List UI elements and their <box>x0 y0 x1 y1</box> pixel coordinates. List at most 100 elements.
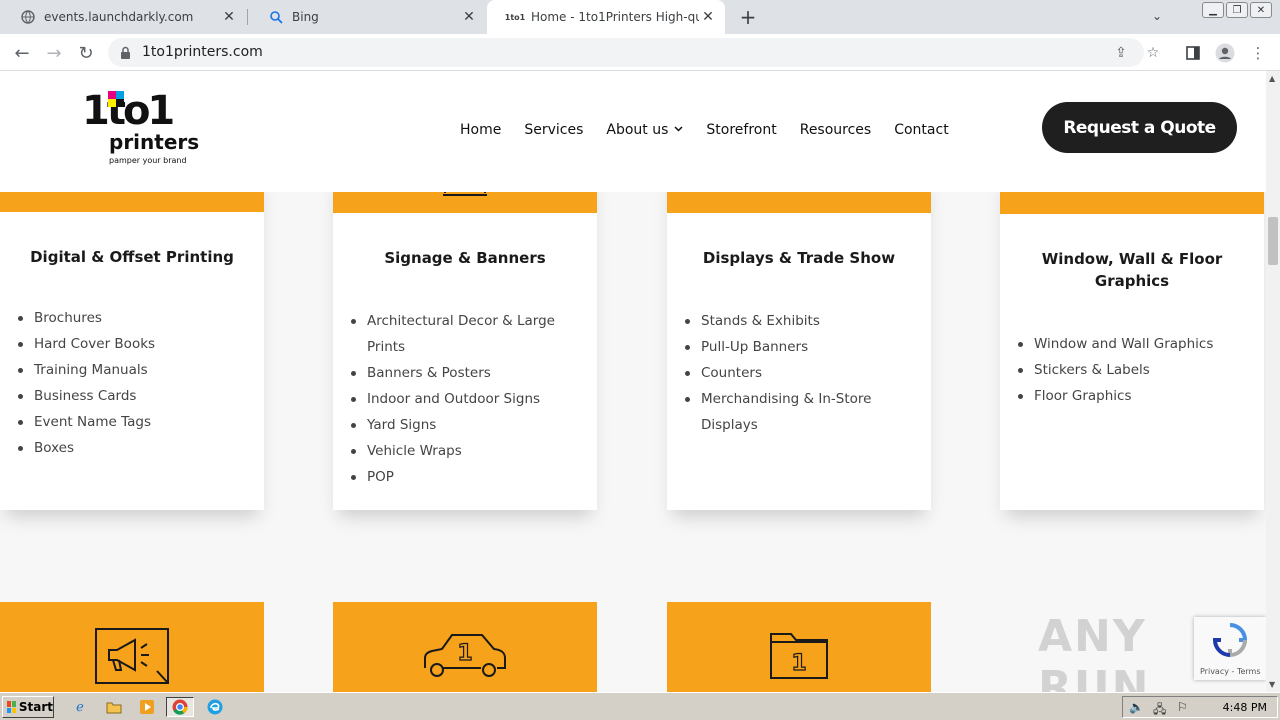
service-card-signage-banners: Signage & Banners Architectural Decor & … <box>333 171 597 510</box>
close-icon[interactable]: ✕ <box>220 8 238 26</box>
restore-icon[interactable]: ❐ <box>1226 2 1248 18</box>
list-item: Counters <box>685 360 911 386</box>
globe-icon <box>20 9 36 25</box>
reload-icon[interactable]: ↻ <box>74 41 98 65</box>
side-panel-icon[interactable] <box>1182 42 1204 64</box>
internet-explorer-icon[interactable]: ℯ <box>70 697 90 717</box>
list-item: Vehicle Wraps <box>351 438 577 464</box>
svg-text:1: 1 <box>457 641 472 666</box>
chrome-taskbar-icon[interactable] <box>166 697 194 717</box>
list-item: Window and Wall Graphics <box>1018 331 1244 357</box>
list-item: Indoor and Outdoor Signs <box>351 386 577 412</box>
nav-home[interactable]: Home <box>460 122 501 138</box>
tab-bing[interactable]: Bing ✕ <box>248 0 486 34</box>
site-favicon-icon: 1to1 <box>504 12 526 22</box>
page-scrollbar[interactable]: ▲ ▼ <box>1266 71 1280 692</box>
start-button[interactable]: Start <box>2 696 54 718</box>
list-item: Yard Signs <box>351 412 577 438</box>
card-item-list: Window and Wall Graphics Stickers & Labe… <box>1018 331 1244 409</box>
car-icon: 1 <box>424 634 506 677</box>
cmyk-squares-icon <box>108 91 124 107</box>
tab-title: Bing <box>292 10 319 24</box>
close-icon[interactable]: ✕ <box>699 8 717 26</box>
site-logo[interactable]: 1to1 printers pamper your brand <box>82 88 200 173</box>
windows-flag-icon <box>7 701 16 713</box>
nav-storefront[interactable]: Storefront <box>706 122 776 138</box>
list-item: Business Cards <box>17 383 155 409</box>
service-card-top-folder: 1 <box>667 602 931 692</box>
scroll-down-arrow-icon[interactable]: ▼ <box>1269 680 1275 689</box>
service-card-digital-offset: Digital & Offset Printing Brochures Hard… <box>0 171 264 510</box>
volume-icon[interactable]: 🔈 <box>1129 700 1144 714</box>
browser-tab-strip: events.launchdarkly.com ✕ Bing ✕ 1to1 Ho… <box>0 0 1280 34</box>
nav-contact[interactable]: Contact <box>894 122 948 138</box>
system-tray: 🔈 🖧 ⚐ 4:48 PM <box>1122 696 1278 718</box>
service-card-top-promo <box>0 602 264 692</box>
service-card-window-wall-floor: Window, Wall & Floor Graphics Window and… <box>1000 171 1264 510</box>
tab-title: Home - 1to1Printers High-quality Prin <box>531 10 699 24</box>
recaptcha-badge[interactable]: Privacy - Terms <box>1194 617 1266 680</box>
chevron-down-icon <box>674 125 683 135</box>
file-explorer-icon[interactable] <box>104 697 124 717</box>
logo-wordmark: 1to1 <box>82 88 175 134</box>
tab-launchdarkly[interactable]: events.launchdarkly.com ✕ <box>0 0 246 34</box>
card-title: Signage & Banners <box>384 249 546 267</box>
address-bar[interactable]: 1to1printers.com ⇪ ☆ <box>108 38 1159 67</box>
request-quote-button[interactable]: Request a Quote <box>1042 102 1237 153</box>
scroll-up-arrow-icon[interactable]: ▲ <box>1269 74 1275 83</box>
list-item: Event Name Tags <box>17 409 155 435</box>
list-item: Boxes <box>17 435 155 461</box>
svg-text:1: 1 <box>791 651 806 676</box>
start-label: Start <box>18 700 53 714</box>
card-item-list: Brochures Hard Cover Books Training Manu… <box>17 305 155 461</box>
megaphone-icon <box>95 628 169 684</box>
main-navigation: Home Services About us Storefront Resour… <box>460 122 972 138</box>
network-icon[interactable]: 🖧 <box>1153 700 1166 720</box>
bookmark-star-icon[interactable]: ☆ <box>1144 44 1162 62</box>
nav-services[interactable]: Services <box>524 122 583 138</box>
edge-icon[interactable] <box>205 697 225 717</box>
forward-arrow-icon[interactable]: → <box>42 41 66 65</box>
back-arrow-icon[interactable]: ← <box>10 41 34 65</box>
search-icon <box>268 9 284 25</box>
nav-about-us[interactable]: About us <box>606 122 683 138</box>
list-item: Pull-Up Banners <box>685 334 911 360</box>
logo-tagline: pamper your brand <box>109 156 187 165</box>
list-item: Stickers & Labels <box>1018 357 1244 383</box>
url-text: 1to1printers.com <box>142 44 263 60</box>
scrollbar-thumb[interactable] <box>1268 217 1278 265</box>
lock-icon[interactable] <box>120 45 131 64</box>
list-item: POP <box>351 464 577 490</box>
share-icon[interactable]: ⇪ <box>1112 44 1130 62</box>
close-icon[interactable]: ✕ <box>460 8 478 26</box>
minimize-icon[interactable]: ▁ <box>1202 2 1224 18</box>
nav-about-us-label: About us <box>606 122 669 138</box>
taskbar-clock[interactable]: 4:48 PM <box>1223 701 1267 714</box>
tab-1to1printers[interactable]: 1to1 Home - 1to1Printers High-quality Pr… <box>487 0 725 34</box>
card-item-list: Architectural Decor & Large Prints Banne… <box>351 308 577 490</box>
list-item: Brochures <box>17 305 155 331</box>
recaptcha-links[interactable]: Privacy - Terms <box>1200 667 1261 676</box>
service-card-top-vehicle: 1 <box>333 602 597 692</box>
new-tab-button[interactable]: + <box>737 5 759 29</box>
card-title: Displays & Trade Show <box>702 249 896 267</box>
page-viewport: 1to1 printers pamper your brand Home Ser… <box>0 71 1266 692</box>
profile-avatar-icon[interactable] <box>1214 42 1236 64</box>
browser-toolbar: ← → ↻ 1to1printers.com ⇪ ☆ ⋮ <box>0 34 1280 71</box>
folder-icon: 1 <box>770 633 828 679</box>
logo-printers-text: printers <box>109 130 200 154</box>
list-item: Hard Cover Books <box>17 331 155 357</box>
tab-search-chevron-icon[interactable]: ⌄ <box>1152 9 1162 23</box>
tab-title: events.launchdarkly.com <box>44 10 194 24</box>
list-item: Architectural Decor & Large Prints <box>351 308 577 360</box>
close-window-icon[interactable]: ✕ <box>1250 2 1272 18</box>
list-item: Training Manuals <box>17 357 155 383</box>
windows-taskbar: Start ℯ 🔈 🖧 ⚐ 4:48 PM <box>0 692 1280 720</box>
service-card-displays-trade-show: Displays & Trade Show Stands & Exhibits … <box>667 171 931 510</box>
action-center-flag-icon[interactable]: ⚐ <box>1177 700 1188 714</box>
nav-resources[interactable]: Resources <box>800 122 872 138</box>
list-item: Banners & Posters <box>351 360 577 386</box>
list-item: Merchandising & In-Store Displays <box>685 386 911 438</box>
menu-kebab-icon[interactable]: ⋮ <box>1247 42 1269 64</box>
media-player-icon[interactable] <box>137 697 157 717</box>
